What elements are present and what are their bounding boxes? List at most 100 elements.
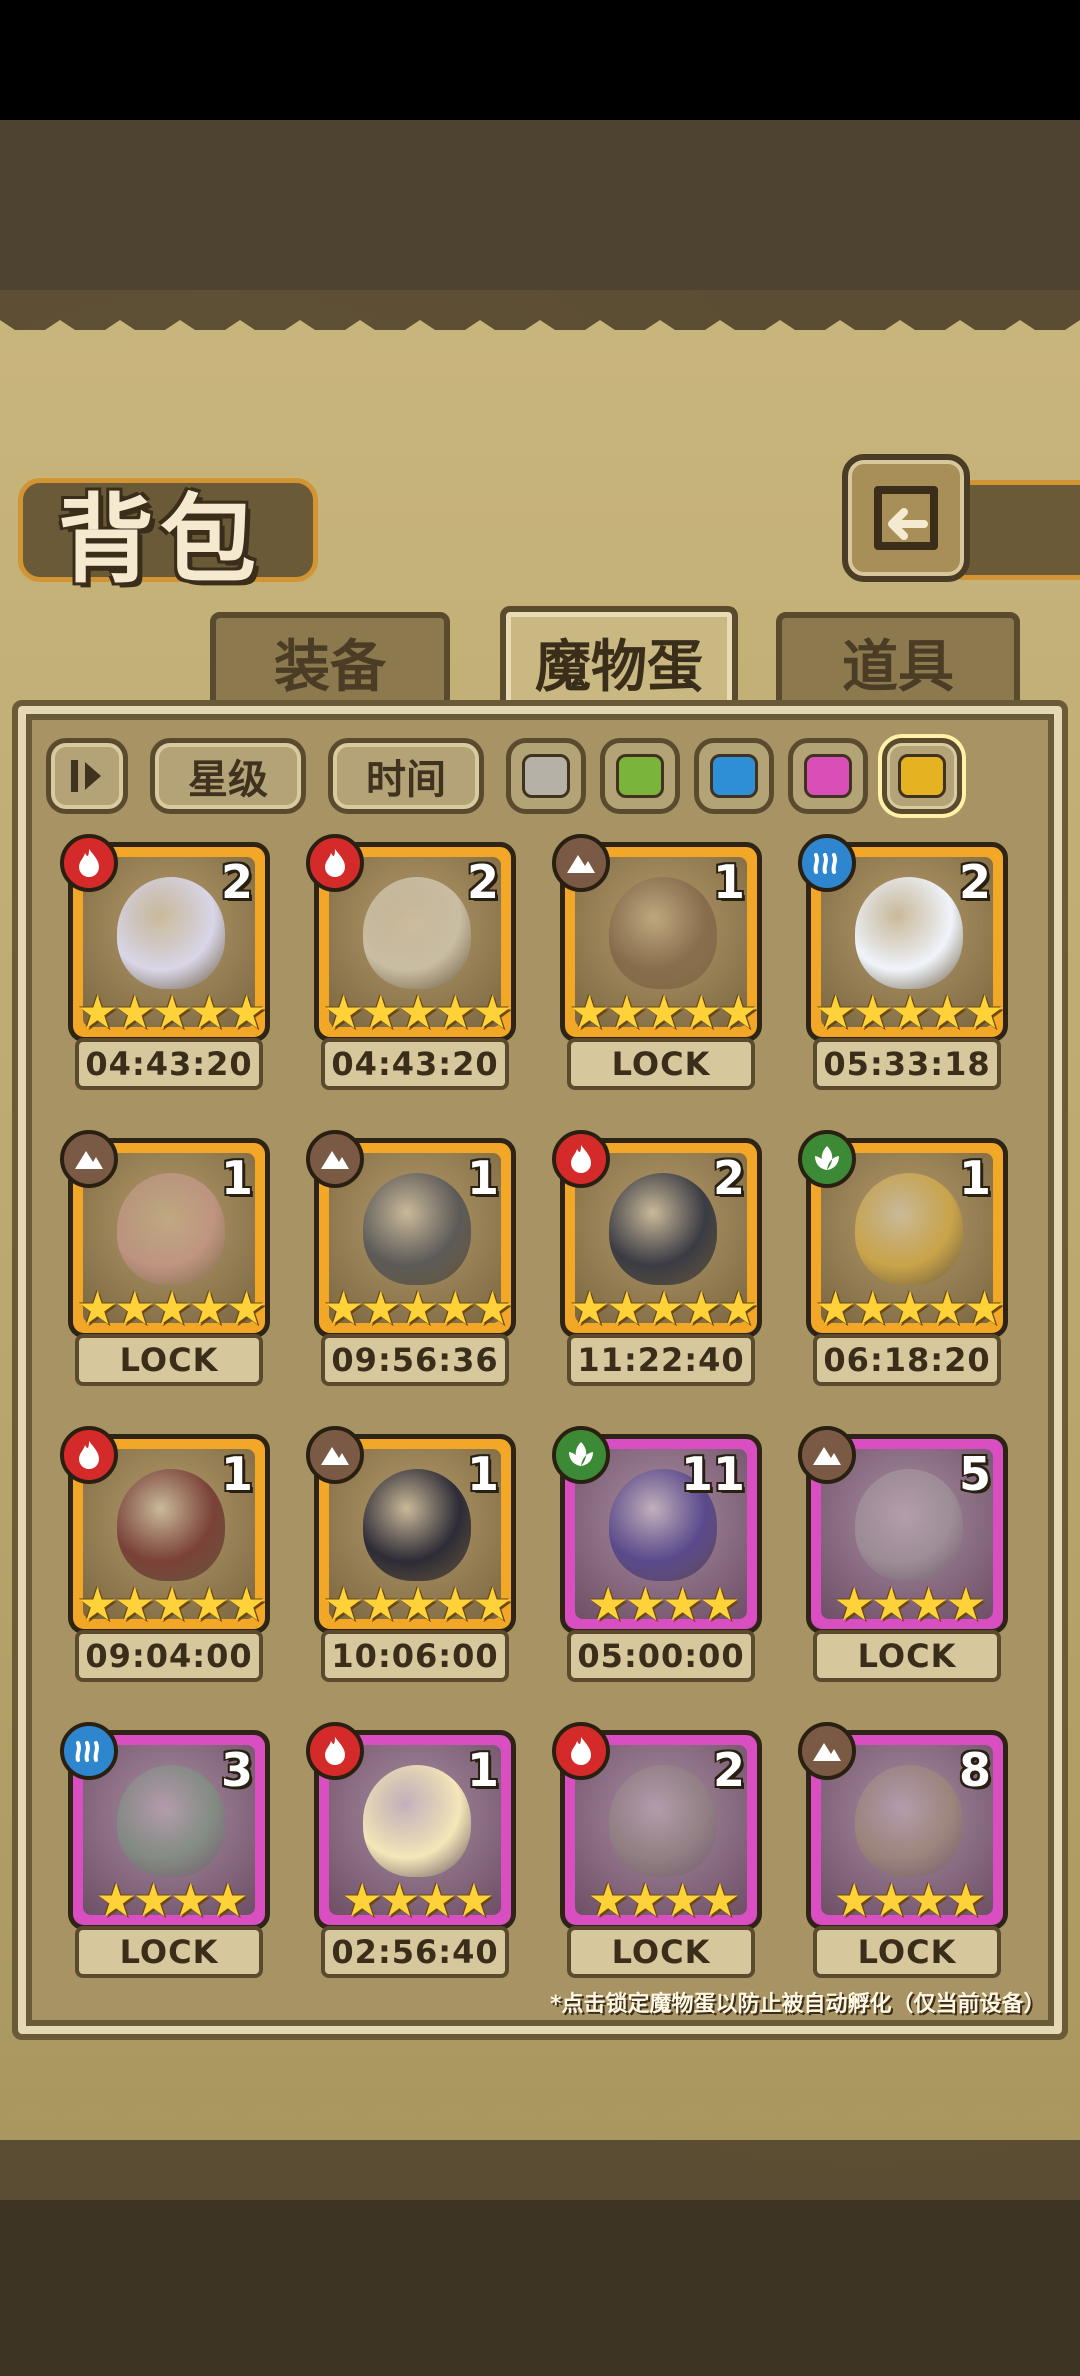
star-icon: ★: [151, 985, 192, 1039]
egg-count: 1: [466, 1447, 499, 1501]
star-icon: ★: [132, 1873, 174, 1927]
star-icon: ★: [662, 1873, 703, 1927]
water-element-icon: [60, 1722, 118, 1780]
fire-element-icon: [306, 1722, 364, 1780]
star-rating: ★ ★ ★ ★ ★: [813, 985, 1005, 1039]
fire-element-icon: [552, 1130, 610, 1188]
star-icon: ★: [814, 985, 856, 1039]
star-icon: ★: [76, 1281, 118, 1335]
fire-element-icon: [60, 834, 118, 892]
egg-lock-button[interactable]: LOCK: [813, 1926, 1001, 1978]
earth-element-icon: [798, 1426, 856, 1484]
star-icon: ★: [870, 1873, 912, 1927]
hatch-timer[interactable]: 11:22:40: [567, 1334, 755, 1386]
rarity-filter-gold[interactable]: [882, 738, 962, 814]
star-icon: ★: [434, 1281, 476, 1335]
monster-egg-image: [363, 1765, 471, 1877]
zigzag-top-edge: [0, 320, 1080, 350]
egg-lock-button[interactable]: LOCK: [567, 1038, 755, 1090]
rarity-filter-pink[interactable]: [788, 738, 868, 814]
tab-items[interactable]: 道具: [776, 612, 1020, 712]
rarity-swatch-pink: [804, 754, 852, 798]
monster-egg-image: [855, 1469, 963, 1581]
star-icon: ★: [833, 1577, 875, 1631]
hatch-timer[interactable]: 02:56:40: [321, 1926, 509, 1978]
star-icon: ★: [471, 985, 513, 1039]
star-icon: ★: [643, 1281, 684, 1335]
star-rating: ★ ★ ★ ★: [321, 1873, 511, 1927]
star-icon: ★: [587, 1577, 629, 1631]
star-icon: ★: [114, 1281, 155, 1335]
star-icon: ★: [360, 1281, 401, 1335]
egg-lock-button[interactable]: LOCK: [813, 1630, 1001, 1682]
star-icon: ★: [360, 1577, 401, 1631]
star-icon: ★: [814, 1281, 856, 1335]
star-icon: ★: [852, 985, 893, 1039]
star-icon: ★: [76, 1577, 118, 1631]
star-icon: ★: [662, 1577, 703, 1631]
star-icon: ★: [852, 1281, 893, 1335]
fire-element-icon: [552, 1722, 610, 1780]
star-icon: ★: [170, 1873, 211, 1927]
star-icon: ★: [114, 985, 155, 1039]
egg-count: 1: [466, 1151, 499, 1205]
star-icon: ★: [870, 1577, 912, 1631]
hatch-timer[interactable]: 04:43:20: [75, 1038, 263, 1090]
tab-monster-egg[interactable]: 魔物蛋: [500, 612, 738, 712]
egg-count: 3: [220, 1743, 253, 1797]
hatch-timer[interactable]: 04:43:20: [321, 1038, 509, 1090]
star-rating: ★ ★ ★ ★ ★: [567, 1281, 759, 1335]
earth-element-icon: [306, 1426, 364, 1484]
star-icon: ★: [95, 1873, 137, 1927]
star-icon: ★: [151, 1577, 192, 1631]
star-icon: ★: [889, 1281, 930, 1335]
star-icon: ★: [397, 1281, 438, 1335]
hatch-timer[interactable]: 10:06:00: [321, 1630, 509, 1682]
monster-egg-image: [363, 877, 471, 989]
hatch-timer[interactable]: 06:18:20: [813, 1334, 1001, 1386]
zigzag-bottom-edge: [0, 2090, 1080, 2120]
sort-by-star-button[interactable]: 星级: [150, 738, 306, 814]
rarity-filter-gray[interactable]: [506, 738, 586, 814]
star-icon: ★: [378, 1873, 420, 1927]
back-button[interactable]: [842, 454, 970, 582]
rarity-filter-green[interactable]: [600, 738, 680, 814]
monster-egg-image: [609, 877, 717, 989]
star-rating: ★ ★ ★ ★ ★: [321, 1577, 513, 1631]
nature-element-icon: [552, 1426, 610, 1484]
earth-element-icon: [306, 1130, 364, 1188]
star-icon: ★: [151, 1281, 192, 1335]
back-button-rail: [960, 480, 1080, 580]
egg-lock-button[interactable]: LOCK: [567, 1926, 755, 1978]
tab-equipment[interactable]: 装备: [210, 612, 450, 712]
hatch-timer[interactable]: 05:33:18: [813, 1038, 1001, 1090]
star-icon: ★: [207, 1873, 248, 1927]
star-rating: ★ ★ ★ ★: [813, 1577, 1003, 1631]
egg-count: 2: [712, 1743, 745, 1797]
hatch-timer[interactable]: 05:00:00: [567, 1630, 755, 1682]
star-icon: ★: [908, 1873, 949, 1927]
egg-lock-button[interactable]: LOCK: [75, 1926, 263, 1978]
back-arrow-icon: [874, 486, 938, 550]
monster-egg-image: [117, 1469, 225, 1581]
egg-lock-button[interactable]: LOCK: [75, 1334, 263, 1386]
egg-count: 1: [220, 1447, 253, 1501]
star-icon: ★: [624, 1577, 666, 1631]
monster-egg-image: [609, 1173, 717, 1285]
star-icon: ★: [188, 1281, 230, 1335]
star-icon: ★: [322, 1577, 364, 1631]
star-icon: ★: [680, 1281, 722, 1335]
egg-count: 2: [958, 855, 991, 909]
egg-count: 1: [220, 1151, 253, 1205]
star-icon: ★: [434, 985, 476, 1039]
sort-by-time-button[interactable]: 时间: [328, 738, 484, 814]
star-rating: ★ ★ ★ ★ ★: [75, 1577, 267, 1631]
star-icon: ★: [643, 985, 684, 1039]
rarity-filter-blue[interactable]: [694, 738, 774, 814]
star-icon: ★: [341, 1873, 383, 1927]
star-rating: ★ ★ ★ ★: [567, 1577, 757, 1631]
hatch-timer[interactable]: 09:56:36: [321, 1334, 509, 1386]
hatch-timer[interactable]: 09:04:00: [75, 1630, 263, 1682]
sort-toggle-button[interactable]: [46, 738, 128, 814]
star-rating: ★ ★ ★ ★: [75, 1873, 265, 1927]
